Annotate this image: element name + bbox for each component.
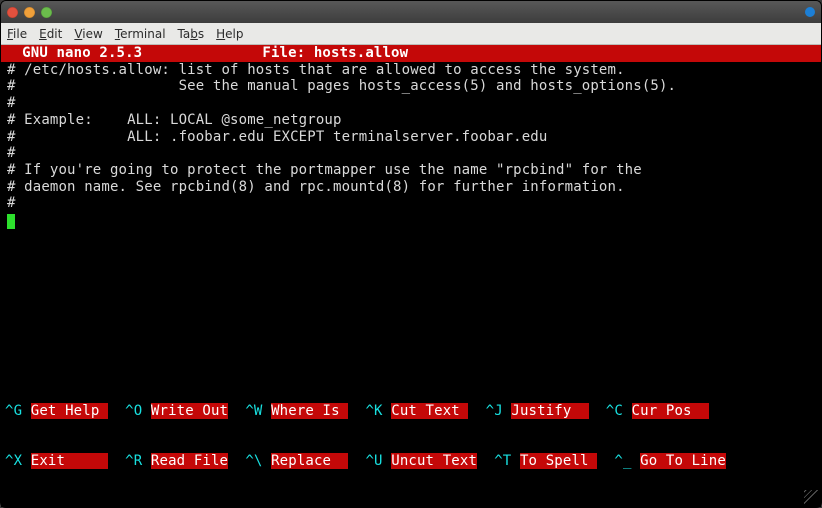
window-minimize-button[interactable]	[24, 7, 35, 18]
nano-shortcuts: ^G Get Help ^O Write Out ^W Where Is ^K …	[1, 369, 821, 503]
shortcut-key: ^W	[245, 403, 262, 419]
shortcut-key: ^C	[606, 403, 623, 419]
shortcut-label: Cur Pos	[632, 403, 709, 419]
cursor-line	[5, 212, 817, 229]
nano-app-label: GNU nano 2.5.3	[5, 45, 142, 61]
shortcut-label: Uncut Text	[391, 453, 477, 469]
shortcut-key: ^G	[5, 403, 22, 419]
shortcut-key: ^X	[5, 453, 22, 469]
window-close-button[interactable]	[7, 7, 18, 18]
menu-terminal[interactable]: Terminal	[115, 27, 166, 41]
window-maximize-button[interactable]	[41, 7, 52, 18]
shortcut-label: Cut Text	[391, 403, 468, 419]
menu-file[interactable]: File	[7, 27, 27, 41]
terminal-window: File Edit View Terminal Tabs Help GNU na…	[0, 0, 822, 508]
window-titlebar	[1, 1, 821, 23]
shortcut-label: Write Out	[151, 403, 228, 419]
shortcut-label: Exit	[31, 453, 108, 469]
menu-tabs[interactable]: Tabs	[178, 27, 205, 41]
shortcut-key: ^O	[125, 403, 142, 419]
file-content: # /etc/hosts.allow: list of hosts that a…	[5, 62, 817, 212]
shortcut-label: Replace	[271, 453, 348, 469]
cursor	[7, 214, 15, 229]
shortcut-key: ^_	[614, 453, 631, 469]
shortcut-key: ^J	[486, 403, 503, 419]
shortcut-label: Go To Line	[640, 453, 726, 469]
nano-file-label: File: hosts.allow	[262, 45, 408, 61]
shortcut-row-2: ^X Exit ^R Read File ^\ Replace ^U Uncut…	[5, 453, 817, 470]
menu-edit[interactable]: Edit	[39, 27, 62, 41]
shortcut-label: Where Is	[271, 403, 348, 419]
shortcut-key: ^\	[245, 453, 262, 469]
menu-view[interactable]: View	[74, 27, 102, 41]
resize-grip-icon[interactable]	[804, 490, 818, 504]
shortcut-label: Read File	[151, 453, 228, 469]
shortcut-key: ^U	[365, 453, 382, 469]
terminal-viewport[interactable]: GNU nano 2.5.3 File: hosts.allow # /etc/…	[1, 45, 821, 507]
shortcut-key: ^R	[125, 453, 142, 469]
shortcut-row-1: ^G Get Help ^O Write Out ^W Where Is ^K …	[5, 403, 817, 420]
shortcut-label: Get Help	[31, 403, 108, 419]
shortcut-key: ^T	[494, 453, 511, 469]
shortcut-label: Justify	[511, 403, 588, 419]
shortcut-key: ^K	[365, 403, 382, 419]
menu-help[interactable]: Help	[216, 27, 243, 41]
menubar: File Edit View Terminal Tabs Help	[1, 23, 821, 45]
shortcut-label: To Spell	[520, 453, 597, 469]
window-status-dot	[805, 7, 815, 17]
nano-header: GNU nano 2.5.3 File: hosts.allow	[1, 45, 821, 62]
